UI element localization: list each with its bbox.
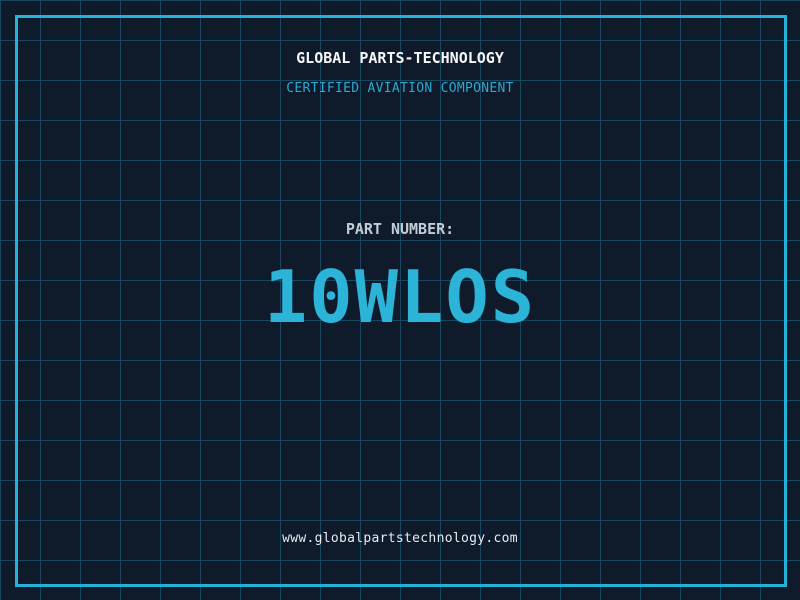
part-number-value: 10WLOS	[263, 255, 537, 339]
certification-subtitle: CERTIFIED AVIATION COMPONENT	[286, 81, 514, 96]
website-url: www.globalpartstechnology.com	[282, 531, 518, 546]
company-title: GLOBAL PARTS-TECHNOLOGY	[296, 49, 504, 67]
part-number-label: PART NUMBER:	[345, 220, 455, 238]
